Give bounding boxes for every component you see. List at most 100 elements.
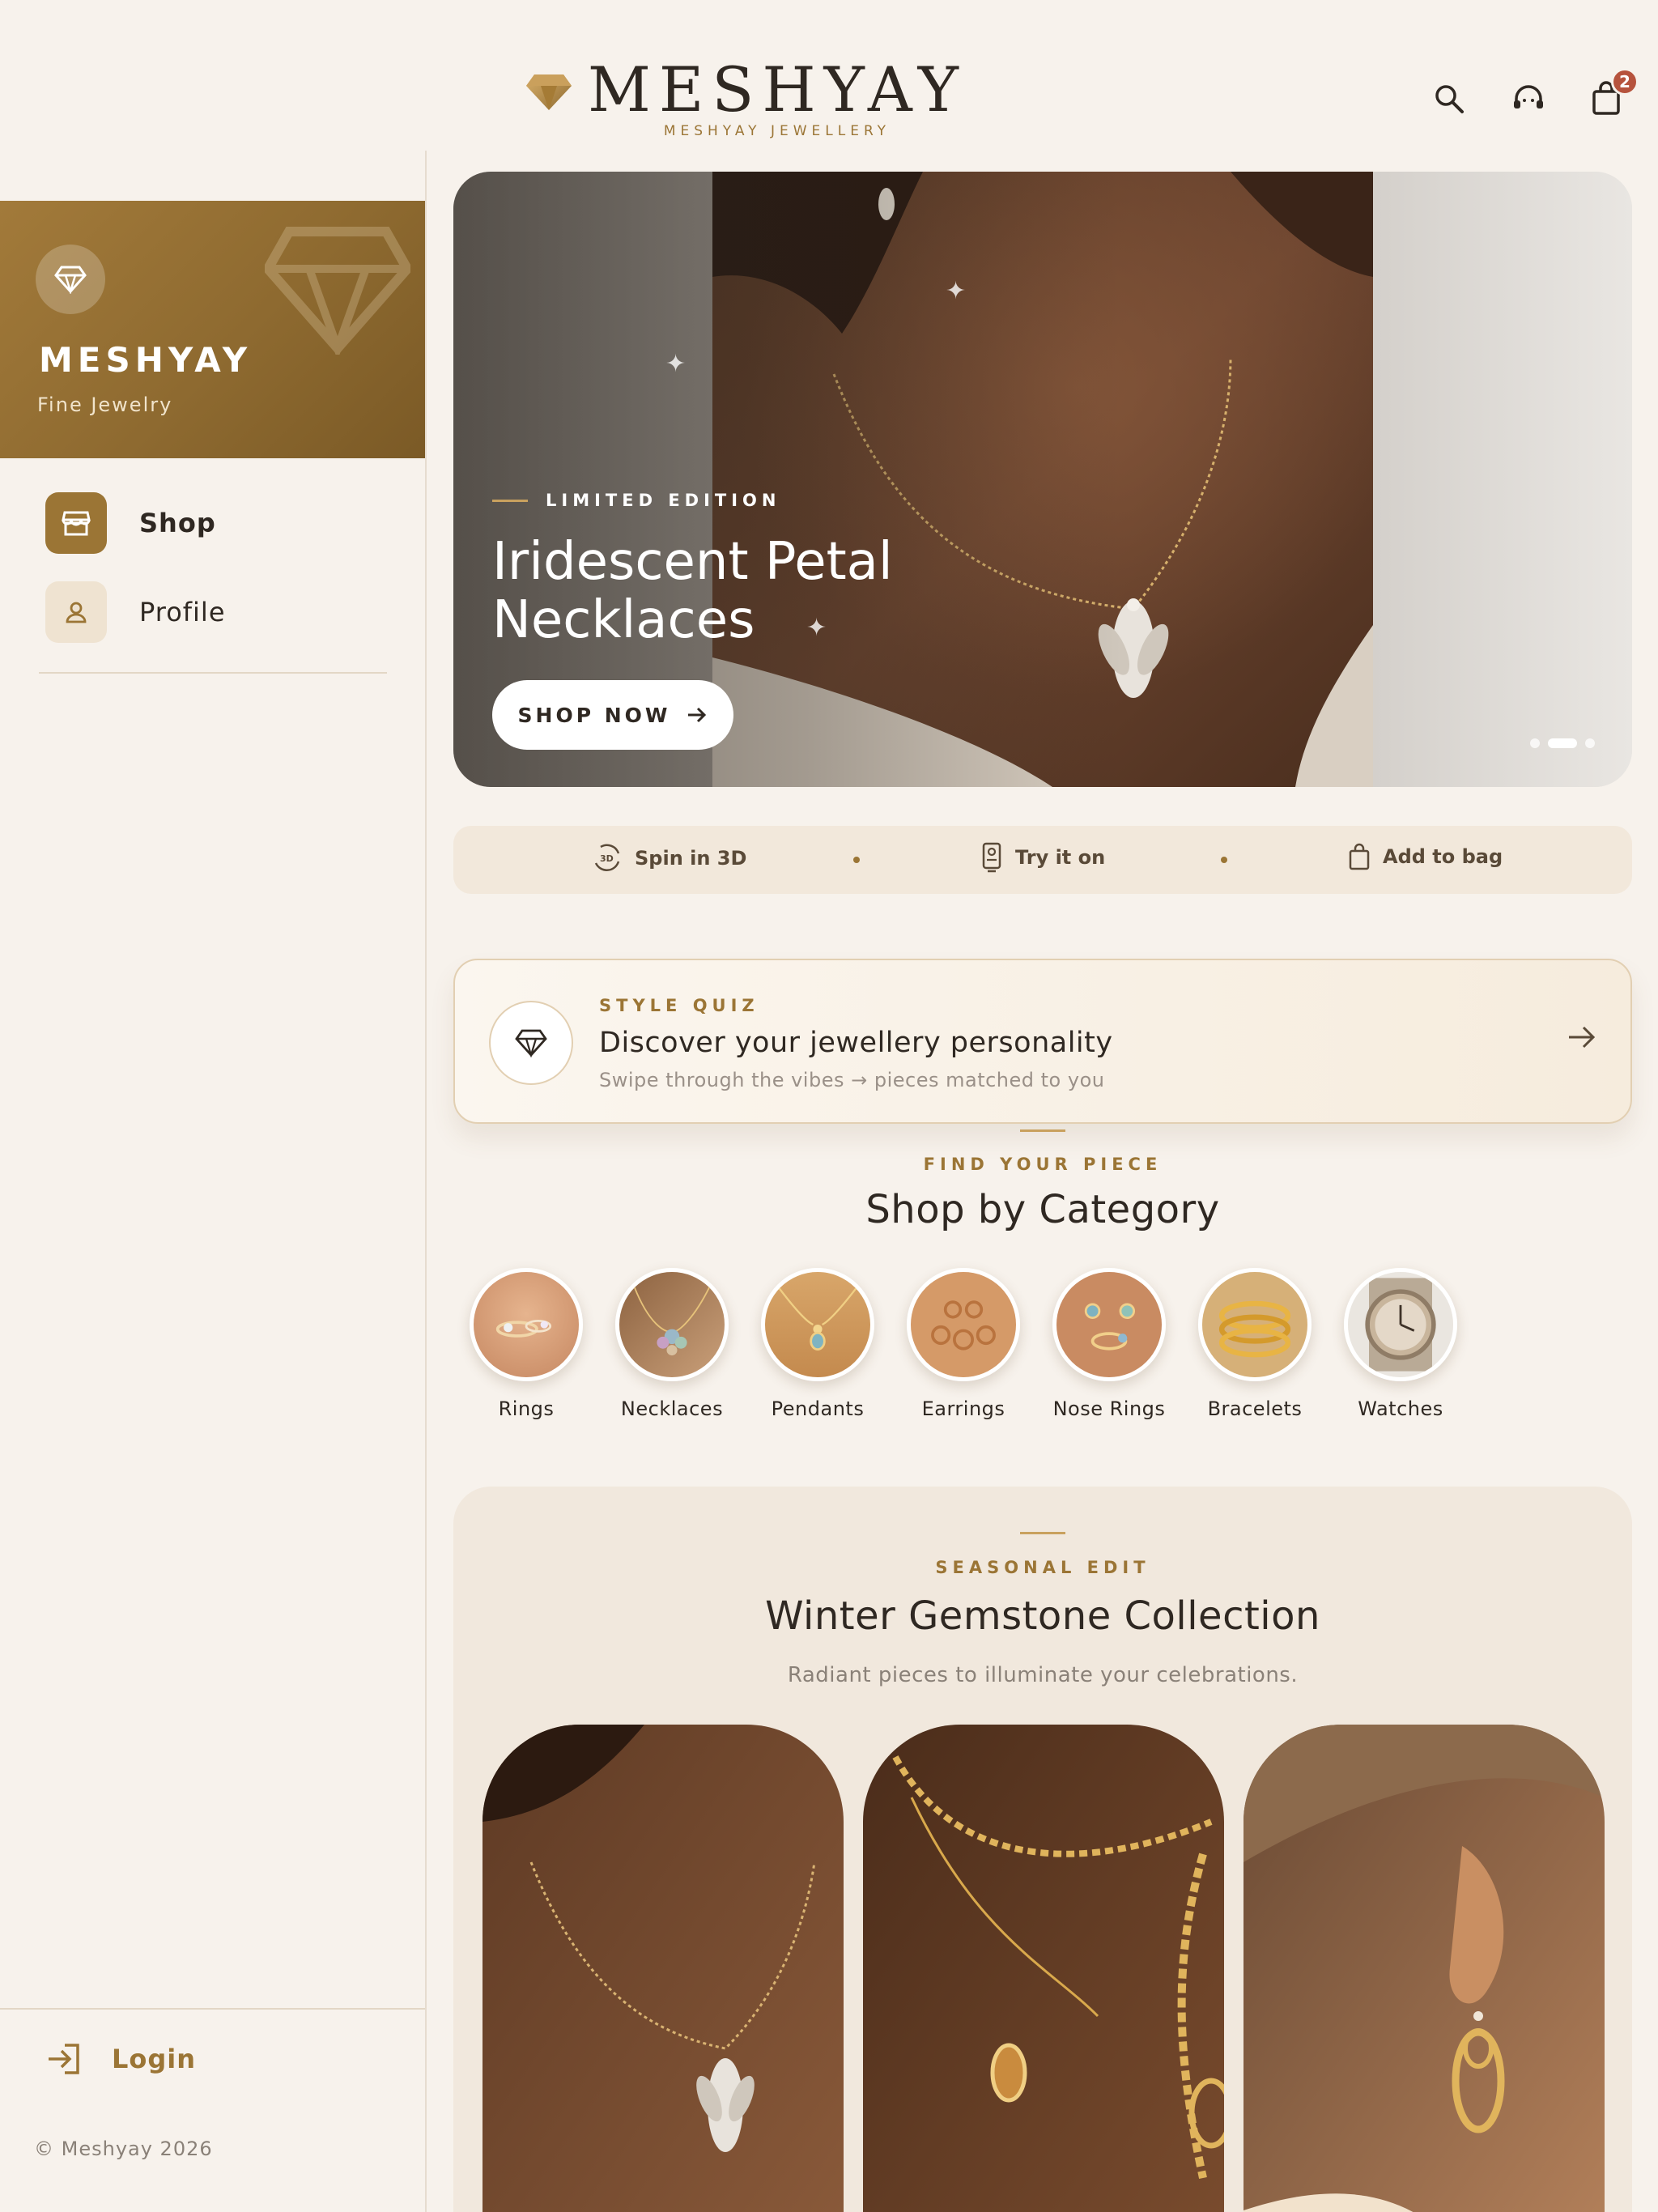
sidebar-tagline: Fine Jewelry xyxy=(37,393,173,416)
seasonal-subtitle: Radiant pieces to illuminate your celebr… xyxy=(787,1663,1299,1687)
rotate-3d-icon: 3D xyxy=(594,844,620,871)
arrow-right-icon xyxy=(1569,1026,1596,1049)
category-necklaces[interactable]: Necklaces xyxy=(599,1268,745,1420)
section-rule xyxy=(1020,1129,1065,1132)
category-list: Rings Necklaces Pendants Earrings Nose R… xyxy=(453,1268,1473,1420)
sidebar-brand-name: MESHYAY xyxy=(39,340,253,380)
hero-backdrop xyxy=(1373,172,1632,787)
separator-dot xyxy=(1221,857,1227,863)
try-on-button[interactable]: Try it on xyxy=(980,842,1105,873)
category-label: Nose Rings xyxy=(1052,1397,1166,1420)
rings-image xyxy=(470,1268,583,1381)
search-button[interactable] xyxy=(1428,78,1470,120)
seasonal-title: Winter Gemstone Collection xyxy=(765,1593,1320,1639)
sidebar-logo xyxy=(36,245,105,314)
sparkle-icon: ✦ xyxy=(665,350,687,378)
top-header: MESHYAY MESHYAY JEWELLERY 2 xyxy=(0,0,1658,170)
sidebar-item-label: Profile xyxy=(139,597,226,627)
carousel-dot[interactable] xyxy=(1585,738,1595,748)
category-label: Pendants xyxy=(771,1397,865,1420)
hero-eyebrow: LIMITED EDITION xyxy=(492,491,780,510)
collection-earring-image xyxy=(1244,1725,1605,2212)
feature-label: Spin in 3D xyxy=(635,847,747,870)
style-quiz-card[interactable]: STYLE QUIZ Discover your jewellery perso… xyxy=(453,959,1632,1124)
category-rings[interactable]: Rings xyxy=(453,1268,599,1420)
section-rule xyxy=(1020,1532,1065,1534)
pendants-image xyxy=(761,1268,874,1381)
category-bracelets[interactable]: Bracelets xyxy=(1182,1268,1328,1420)
copyright-text: © Meshyay 2026 xyxy=(34,2138,213,2160)
categories-eyebrow: FIND YOUR PIECE xyxy=(923,1155,1163,1174)
diamond-icon xyxy=(54,266,87,294)
category-label: Necklaces xyxy=(620,1397,724,1420)
sidebar-footer-divider xyxy=(0,2008,425,2010)
quiz-subtitle: Swipe through the vibes → pieces matched… xyxy=(599,1069,1105,1091)
separator-dot xyxy=(853,857,860,863)
store-icon xyxy=(45,492,107,554)
diamond-logo-icon xyxy=(526,74,572,110)
sidebar-item-shop[interactable]: Shop xyxy=(45,492,216,554)
brand-logo[interactable]: MESHYAY MESHYAY JEWELLERY xyxy=(526,57,967,139)
feature-label: Try it on xyxy=(1015,846,1106,869)
login-icon xyxy=(49,2044,79,2074)
feature-strip: 3D Spin in 3D Try it on Add to bag xyxy=(453,826,1632,894)
spin-3d-button[interactable]: 3D Spin in 3D xyxy=(591,842,746,874)
arrow-right-icon xyxy=(688,707,707,723)
cart-button[interactable]: 2 xyxy=(1585,68,1639,120)
hero-banner[interactable]: ✦ ✦ ✦ LIMITED EDITION Iridescent Petal N… xyxy=(453,172,1632,787)
category-earrings[interactable]: Earrings xyxy=(891,1268,1036,1420)
quiz-title: Discover your jewellery personality xyxy=(599,1027,1113,1059)
hero-title-line: Iridescent Petal xyxy=(492,532,893,592)
user-icon xyxy=(45,581,107,643)
shop-now-label: SHOP NOW xyxy=(517,703,671,727)
quiz-icon-circle xyxy=(489,1001,573,1085)
hero-eyebrow-label: LIMITED EDITION xyxy=(546,491,781,510)
category-pendants[interactable]: Pendants xyxy=(745,1268,891,1420)
sidebar-brand-banner: MESHYAY Fine Jewelry xyxy=(0,201,425,458)
bag-icon xyxy=(1349,843,1370,870)
hero-title: Iridescent Petal Necklaces xyxy=(492,533,1059,649)
nose-rings-image xyxy=(1052,1268,1166,1381)
login-button[interactable]: Login xyxy=(45,2042,196,2076)
sidebar-item-profile[interactable]: Profile xyxy=(45,581,226,643)
brand-subtitle: MESHYAY JEWELLERY xyxy=(663,123,891,139)
diamond-watermark-icon xyxy=(265,227,410,355)
eyebrow-rule xyxy=(492,499,528,502)
sidebar-item-label: Shop xyxy=(139,508,216,538)
sidebar: MESHYAY Fine Jewelry Shop Profile Login … xyxy=(0,151,427,2212)
carousel-dot-active[interactable] xyxy=(1548,738,1577,748)
feature-label: Add to bag xyxy=(1383,845,1503,868)
support-icon xyxy=(1514,85,1543,108)
brand-name: MESHYAY xyxy=(588,53,967,125)
seasonal-section: SEASONAL EDIT Winter Gemstone Collection… xyxy=(453,1487,1632,2212)
watches-image xyxy=(1344,1268,1457,1381)
category-watches[interactable]: Watches xyxy=(1328,1268,1473,1420)
category-nose-rings[interactable]: Nose Rings xyxy=(1036,1268,1182,1420)
shop-now-button[interactable]: SHOP NOW xyxy=(492,680,733,750)
earrings-image xyxy=(907,1268,1020,1381)
carousel-dot[interactable] xyxy=(1530,738,1540,748)
bracelets-image xyxy=(1198,1268,1312,1381)
diamond-icon xyxy=(515,1029,547,1057)
category-label: Earrings xyxy=(921,1397,1005,1420)
collection-necklace-image xyxy=(483,1725,844,2212)
categories-title: Shop by Category xyxy=(865,1187,1220,1232)
category-label: Bracelets xyxy=(1207,1397,1303,1420)
category-label: Rings xyxy=(498,1397,555,1420)
seasonal-eyebrow: SEASONAL EDIT xyxy=(935,1558,1150,1577)
cart-count-badge: 2 xyxy=(1611,68,1639,96)
necklaces-image xyxy=(615,1268,729,1381)
carousel-dots xyxy=(1530,738,1603,748)
search-icon xyxy=(1435,85,1464,113)
quiz-eyebrow: STYLE QUIZ xyxy=(599,996,759,1015)
try-on-icon xyxy=(982,842,1001,873)
hero-title-line: Necklaces xyxy=(492,590,755,650)
collection-chains-image xyxy=(863,1725,1224,2212)
support-button[interactable] xyxy=(1507,78,1550,120)
sidebar-divider xyxy=(39,672,387,674)
svg-text:3D: 3D xyxy=(600,853,614,864)
sparkle-icon: ✦ xyxy=(946,277,967,305)
add-to-bag-button[interactable]: Add to bag xyxy=(1347,842,1503,871)
category-label: Watches xyxy=(1358,1397,1443,1420)
login-label: Login xyxy=(112,2044,197,2074)
